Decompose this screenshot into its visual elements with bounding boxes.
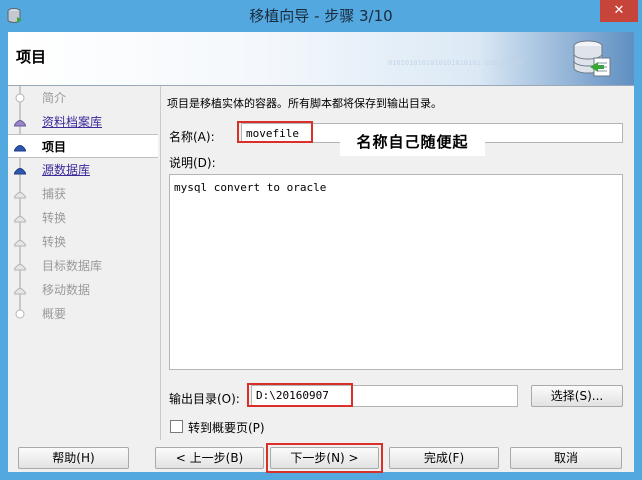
- description-textarea[interactable]: mysql convert to oracle: [169, 174, 623, 370]
- step-done-icon: [14, 120, 26, 127]
- step-label[interactable]: 源数据库: [42, 158, 90, 182]
- step-label: 移动数据: [42, 283, 91, 297]
- database-migrate-icon: [573, 40, 611, 77]
- window-title: 移植向导 - 步骤 3/10: [249, 7, 393, 25]
- output-dir-highlight-box: [247, 383, 353, 407]
- name-label: 名称(A):: [169, 130, 215, 144]
- step-banner: 项目 0101010101010101010101 010101010: [8, 32, 634, 86]
- next-highlight-box: [266, 443, 383, 473]
- step-label[interactable]: 资料档案库: [42, 110, 102, 134]
- step-pending-icon: [14, 216, 26, 223]
- step-label: 项目: [42, 140, 67, 154]
- step-label: 目标数据库: [42, 259, 103, 273]
- step-project: 项目: [8, 134, 158, 158]
- step-pending-icon: [15, 93, 25, 103]
- goto-summary-checkbox[interactable]: [170, 420, 183, 433]
- step-pending-icon: [14, 264, 26, 271]
- description-label: 说明(D):: [169, 156, 216, 170]
- step-pending-icon: [14, 192, 26, 199]
- step-label: 概要: [42, 307, 67, 321]
- help-button[interactable]: 帮助(H): [18, 447, 129, 469]
- step-source-db[interactable]: 源数据库: [8, 158, 158, 182]
- step-pending-icon: [14, 240, 26, 247]
- step-convert-2: 转换: [8, 230, 158, 254]
- browse-button[interactable]: 选择(S)...: [531, 385, 623, 407]
- cancel-button[interactable]: 取消: [510, 447, 622, 469]
- step-label: 捕获: [42, 187, 67, 201]
- step-summary: 概要: [8, 302, 158, 326]
- binary-decoration: 0101010101010101010101 010101010: [388, 59, 523, 67]
- annotation-callout: 名称自己随便起: [340, 128, 485, 156]
- step-move-data: 移动数据: [8, 278, 158, 302]
- close-button[interactable]: ✕: [600, 0, 638, 22]
- step-capture: 捕获: [8, 182, 158, 206]
- step-intro: 简介: [8, 86, 158, 110]
- step-pending-icon: [14, 288, 26, 295]
- finish-button[interactable]: 完成(F): [389, 447, 499, 469]
- step-target-db: 目标数据库: [8, 254, 158, 278]
- page-title: 项目: [16, 48, 47, 66]
- step-label: 简介: [42, 91, 67, 105]
- step-convert-1: 转换: [8, 206, 158, 230]
- instruction-text: 项目是移植实体的容器。所有脚本都将保存到输出目录。: [167, 97, 442, 110]
- step-available-icon: [14, 168, 26, 175]
- step-repository[interactable]: 资料档案库: [8, 110, 158, 134]
- step-label: 转换: [42, 211, 67, 225]
- back-button[interactable]: < 上一步(B): [155, 447, 264, 469]
- wizard-step-list: 简介 资料档案库 项目 源数据库 捕获 转换 转换 目标数据库 移动数据 概要: [8, 86, 158, 426]
- name-highlight-box: [237, 121, 313, 143]
- title-bar: 移植向导 - 步骤 3/10 ✕: [0, 0, 642, 32]
- step-pending-icon: [15, 309, 25, 319]
- goto-summary-label[interactable]: 转到概要页(P): [188, 419, 265, 436]
- step-label: 转换: [42, 235, 67, 249]
- step-current-icon: [14, 145, 26, 152]
- output-dir-label: 输出目录(O):: [169, 392, 240, 406]
